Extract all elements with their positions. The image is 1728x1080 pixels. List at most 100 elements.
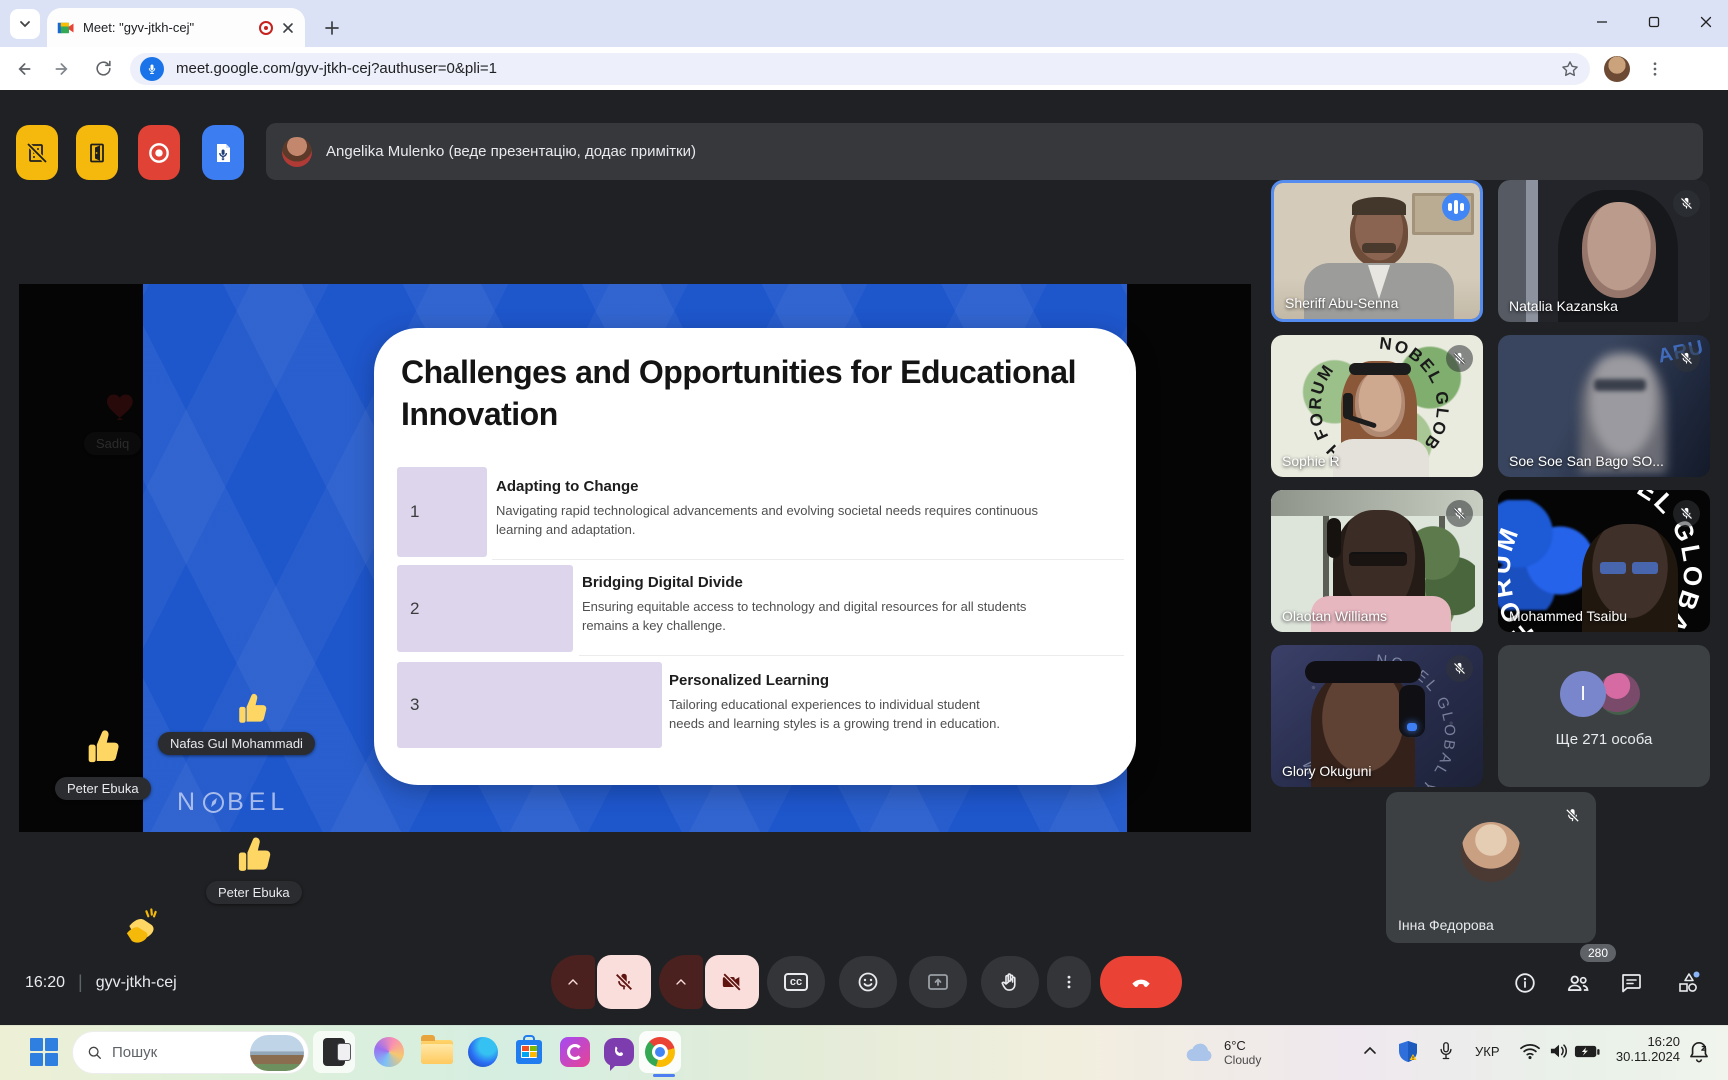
mic-muted-icon xyxy=(1673,345,1700,372)
participant-tile-sheriff[interactable]: Sheriff Abu-Senna xyxy=(1271,180,1483,322)
more-options-button[interactable] xyxy=(1047,956,1091,1008)
forward-button[interactable] xyxy=(46,52,80,86)
browser-profile-avatar[interactable] xyxy=(1604,56,1630,82)
window-close-button[interactable] xyxy=(1692,10,1720,34)
mic-options-button[interactable] xyxy=(551,955,595,1009)
raised-hand-icon xyxy=(998,970,1022,994)
camera-toggle-button[interactable] xyxy=(705,955,759,1009)
people-panel-button[interactable] xyxy=(1564,969,1592,997)
tab-recording-indicator-icon xyxy=(259,21,273,35)
participant-tile-mohammed[interactable]: NOBEL GLOBAL YOUTH FORUM Mohammed Tsaibu xyxy=(1498,490,1710,632)
tab-title: Meet: "gyv-jtkh-cej" xyxy=(83,20,251,35)
captions-button[interactable]: cc xyxy=(767,956,825,1008)
present-screen-button[interactable] xyxy=(909,956,967,1008)
more-vertical-icon xyxy=(1060,973,1078,991)
participant-tile-olaotan[interactable]: Olaotan Williams xyxy=(1271,490,1483,632)
mic-toggle-button[interactable] xyxy=(597,955,651,1009)
recording-active-button[interactable] xyxy=(138,125,180,180)
slide-item-3: Personalized Learning Tailoring educatio… xyxy=(669,672,1009,734)
participant-tile-natalia[interactable]: Natalia Kazanska xyxy=(1498,180,1710,322)
tray-time: 16:20 xyxy=(1612,1034,1680,1049)
weather-widget[interactable]: 6°C Cloudy xyxy=(1184,1038,1261,1067)
language-indicator[interactable]: УКР xyxy=(1475,1044,1500,1059)
slide-item-1-number: 1 xyxy=(410,502,419,522)
attendance-off-button[interactable] xyxy=(16,125,58,180)
browser-tab[interactable]: Meet: "gyv-jtkh-cej" xyxy=(47,8,305,47)
reactions-button[interactable] xyxy=(839,956,897,1008)
tab-close-icon[interactable] xyxy=(281,21,295,35)
transcription-notes-button[interactable] xyxy=(202,125,244,180)
participant-name: Mohammed Tsaibu xyxy=(1509,608,1627,624)
notifications-bell-icon[interactable] xyxy=(1688,1040,1710,1064)
tray-clock[interactable]: 16:20 30.11.2024 xyxy=(1612,1034,1680,1064)
copilot-icon[interactable] xyxy=(372,1035,406,1069)
slide-item-1-title: Adapting to Change xyxy=(496,478,1086,495)
bookmark-star-icon[interactable] xyxy=(1560,59,1580,79)
meeting-info: 16:20 | gyv-jtkh-cej xyxy=(25,972,177,993)
slide-item-2-box: 2 xyxy=(397,565,573,652)
new-tab-button[interactable] xyxy=(318,14,346,42)
microphone-icon xyxy=(146,63,158,75)
slide-item-1-body: Navigating rapid technological advanceme… xyxy=(496,502,1086,540)
person-shirt xyxy=(1333,439,1429,477)
meeting-details-button[interactable] xyxy=(1511,969,1539,997)
browser-menu-icon[interactable] xyxy=(1646,60,1664,78)
microsoft-store-icon[interactable] xyxy=(512,1035,546,1069)
activities-icon xyxy=(1675,970,1701,996)
participant-tile-soe[interactable]: ARU Soe Soe San Bago SO... xyxy=(1498,335,1710,477)
fading-heart-reaction-icon xyxy=(104,386,142,422)
slide-item-3-title: Personalized Learning xyxy=(669,672,1009,689)
more-participants-tile[interactable]: I Ще 271 особа xyxy=(1498,645,1710,787)
tab-search-button[interactable] xyxy=(10,9,40,39)
battery-icon[interactable] xyxy=(1574,1044,1600,1059)
viber-icon[interactable] xyxy=(602,1035,636,1069)
file-explorer-icon[interactable] xyxy=(420,1035,454,1069)
window-minimize-button[interactable] xyxy=(1588,10,1616,34)
chevron-up-icon xyxy=(1362,1043,1378,1059)
participant-tile-glory[interactable]: NOBEL GLOBAL YOUTH FORUM Glory Okuguni xyxy=(1271,645,1483,787)
back-button[interactable] xyxy=(6,52,40,86)
presenter-avatar xyxy=(282,137,312,167)
chat-panel-button[interactable] xyxy=(1617,969,1645,997)
headset-band xyxy=(1349,363,1411,375)
thumbs-up-reaction-icon xyxy=(84,726,126,768)
close-icon xyxy=(1700,16,1712,28)
reload-button[interactable] xyxy=(86,52,120,86)
activities-button[interactable] xyxy=(1674,969,1702,997)
participant-tile-sophie[interactable]: NOBEL GLOBAL YOUTH FORUM Sophie R xyxy=(1271,335,1483,477)
building-crossed-icon xyxy=(25,141,49,165)
slide-item-2: Bridging Digital Divide Ensuring equitab… xyxy=(582,574,1052,636)
person-glasses xyxy=(1349,552,1407,566)
breakout-rooms-button[interactable] xyxy=(76,125,118,180)
participant-tile-inna[interactable]: Інна Федорова xyxy=(1386,792,1596,943)
windows-start-button[interactable] xyxy=(30,1038,58,1066)
mic-muted-icon xyxy=(1673,190,1700,217)
raise-hand-button[interactable] xyxy=(981,956,1039,1008)
mic-control-group xyxy=(551,955,651,1009)
tray-mic-icon[interactable] xyxy=(1437,1039,1455,1063)
edge-browser-icon[interactable] xyxy=(466,1035,500,1069)
search-icon xyxy=(87,1045,103,1061)
camera-options-button[interactable] xyxy=(659,955,703,1009)
plus-icon xyxy=(324,20,340,36)
reload-icon xyxy=(94,59,113,78)
chrome-icon[interactable] xyxy=(643,1035,677,1069)
window-maximize-button[interactable] xyxy=(1640,10,1668,34)
site-mic-permission-icon[interactable] xyxy=(140,57,164,81)
taskbar-app-dark-icon[interactable] xyxy=(317,1035,351,1069)
thumbs-up-reaction-icon xyxy=(234,833,278,877)
participant-name: Sheriff Abu-Senna xyxy=(1285,295,1398,311)
taskbar-search[interactable]: Пошук xyxy=(72,1031,309,1074)
end-call-button[interactable] xyxy=(1100,956,1182,1008)
document-mic-icon xyxy=(211,141,235,165)
search-highlight-image[interactable] xyxy=(250,1035,304,1071)
wifi-icon[interactable] xyxy=(1519,1042,1541,1060)
tray-expand-button[interactable] xyxy=(1362,1043,1378,1059)
purple-g-app-icon[interactable] xyxy=(558,1035,592,1069)
slide-title-line2: Innovation xyxy=(401,394,1121,436)
volume-icon[interactable] xyxy=(1548,1042,1570,1060)
security-shield-icon[interactable] xyxy=(1397,1040,1419,1064)
address-bar[interactable]: meet.google.com/gyv-jtkh-cej?authuser=0&… xyxy=(130,53,1590,85)
camera-off-icon xyxy=(721,971,743,993)
screen: Meet: "gyv-jtkh-cej" meet.google.com/gyv… xyxy=(0,0,1728,1080)
